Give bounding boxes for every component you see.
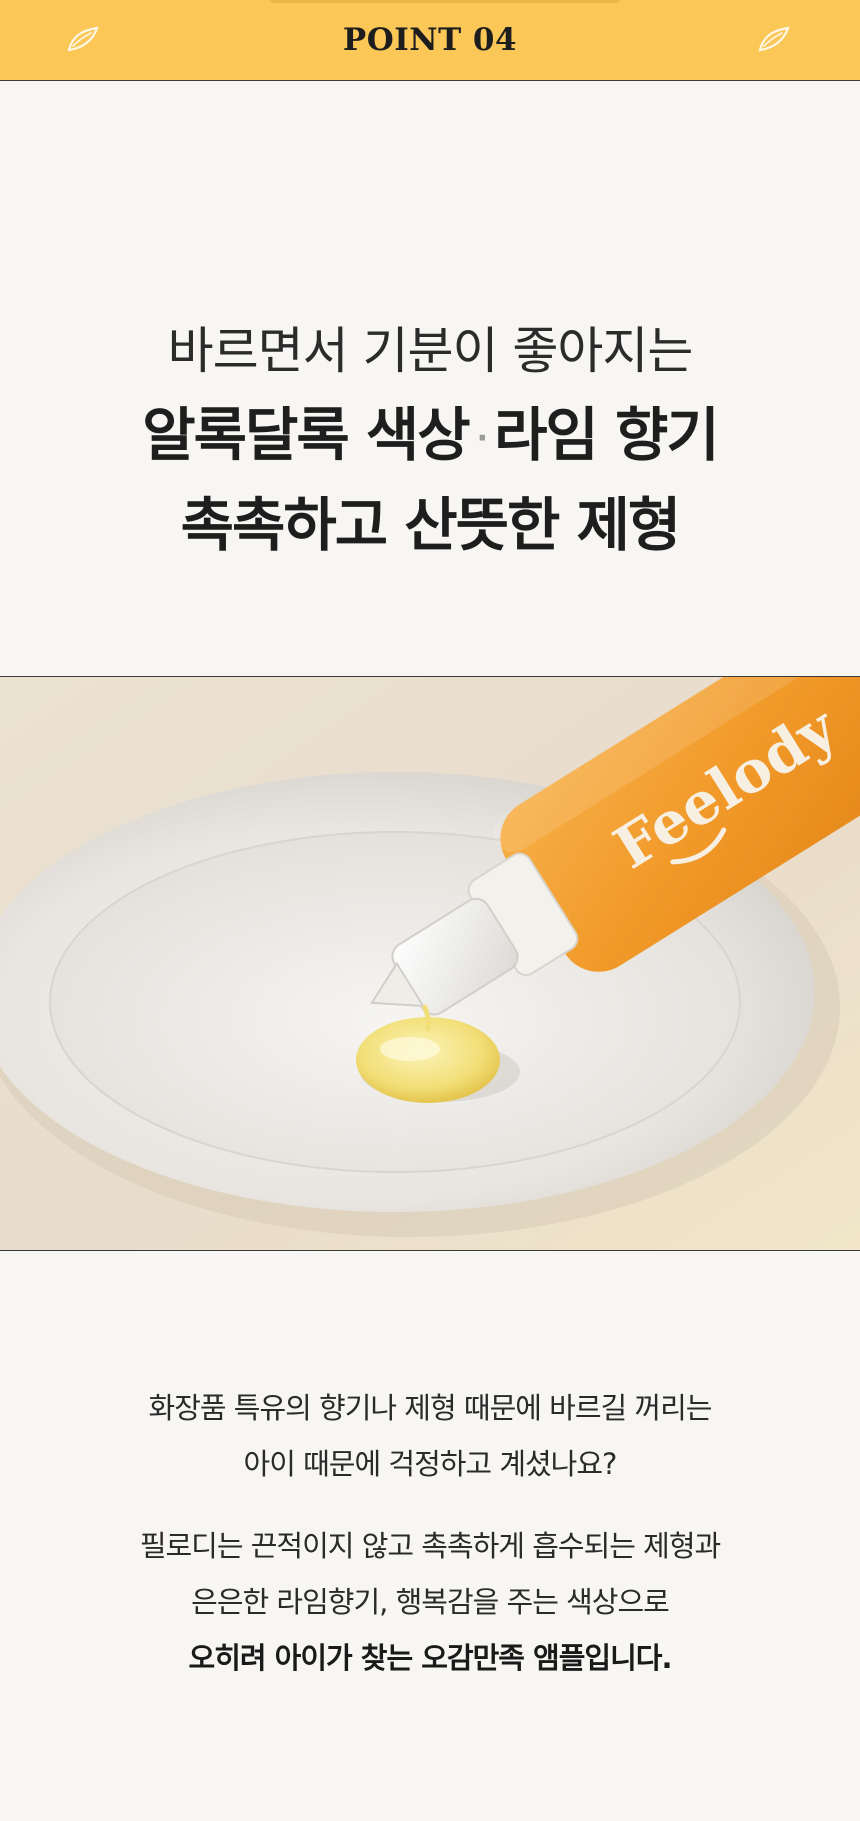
- description-line: 은은한 라임향기, 행복감을 주는 색상으로: [191, 1585, 670, 1619]
- hero-line-1: 바르면서 기분이 좋아지는: [167, 322, 694, 380]
- hero-line-3: 촉촉하고 산뜻한 제형: [180, 490, 682, 559]
- section-title: POINT 04: [342, 22, 518, 58]
- description: 화장품 특유의 향기나 제형 때문에 바르길 꺼리는 아이 때문에 걱정하고 계…: [0, 1380, 860, 1686]
- description-paragraph-2: 필로디는 끈적이지 않고 촉촉하게 흡수되는 제형과 은은한 라임향기, 행복감…: [0, 1518, 860, 1686]
- description-line: 필로디는 끈적이지 않고 촉촉하게 흡수되는 제형과: [139, 1529, 721, 1563]
- description-line: 화장품 특유의 향기나 제형 때문에 바르길 꺼리는: [148, 1391, 713, 1425]
- hero-line-2-part-2: 라임 향기: [494, 401, 720, 469]
- header-top-edge: [270, 0, 620, 3]
- description-paragraph-1: 화장품 특유의 향기나 제형 때문에 바르길 꺼리는 아이 때문에 걱정하고 계…: [0, 1380, 860, 1492]
- hero-headline: 바르면서 기분이 좋아지는 알록달록 색상 · 라임 향기 촉촉하고 산뜻한 제형: [0, 310, 860, 568]
- hero-separator-dot: ·: [476, 420, 488, 456]
- description-line: 아이 때문에 걱정하고 계셨나요?: [243, 1447, 618, 1481]
- leaf-icon: [758, 26, 790, 52]
- hero-line-2-part-1: 알록달록 색상: [142, 401, 470, 469]
- product-illustration: Feelody: [0, 677, 860, 1250]
- header-bar: POINT 04: [0, 0, 860, 81]
- hero-line-2: 알록달록 색상 · 라임 향기: [0, 392, 860, 482]
- description-highlight: 오히려 아이가 찾는 오감만족 앰플입니다.: [188, 1641, 673, 1675]
- product-photo: Feelody: [0, 676, 860, 1251]
